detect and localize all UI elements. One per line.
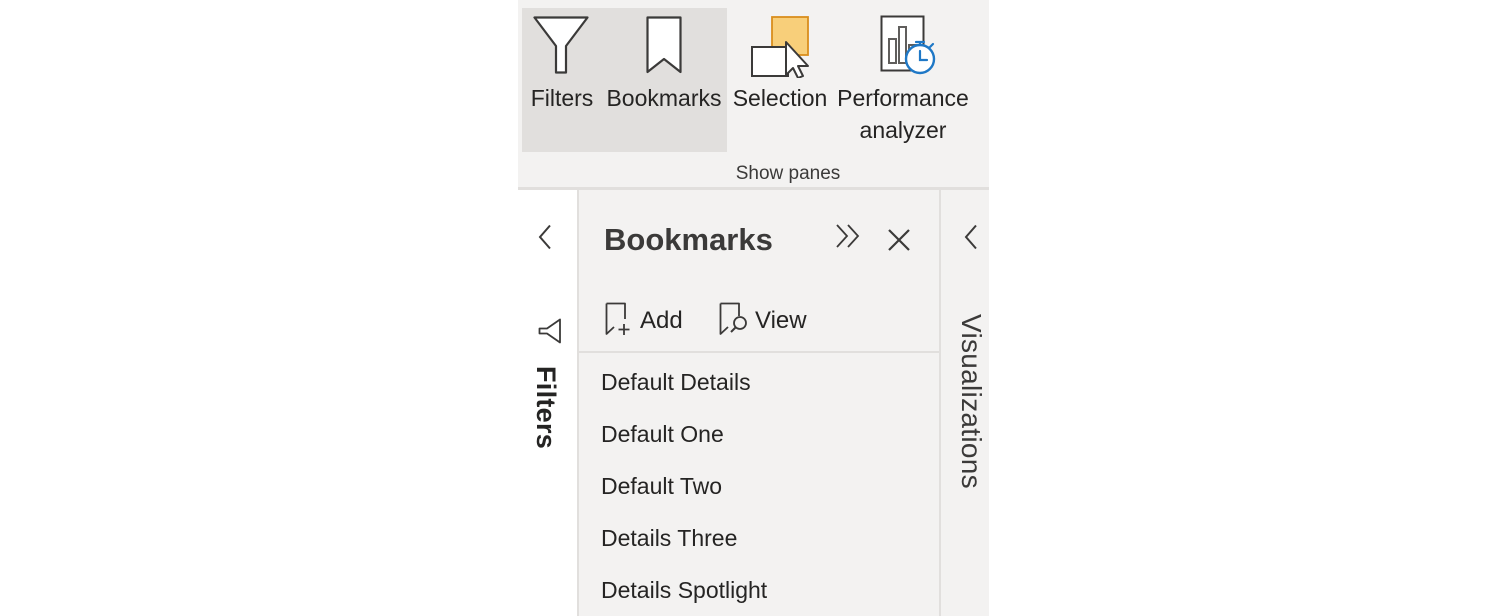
selection-ribbon-label: Selection bbox=[732, 85, 828, 111]
view-bookmarks-label: View bbox=[755, 307, 807, 334]
bookmark-item[interactable]: Details Spotlight bbox=[579, 564, 939, 616]
bookmark-item[interactable]: Default Two bbox=[579, 460, 939, 512]
filters-ribbon-label: Filters bbox=[530, 85, 594, 111]
view-bookmark-icon bbox=[719, 302, 747, 335]
filter-funnel-icon bbox=[538, 318, 561, 344]
chevron-left-icon[interactable] bbox=[964, 224, 978, 250]
filters-pane-collapsed[interactable]: Filters bbox=[518, 190, 577, 616]
selection-ribbon-button[interactable]: Selection bbox=[728, 8, 832, 152]
bookmark-icon bbox=[646, 16, 682, 74]
performance-analyzer-ribbon-button[interactable]: Performance analyzer bbox=[835, 8, 971, 152]
filters-ribbon-button[interactable]: Filters bbox=[522, 8, 602, 152]
bookmark-item[interactable]: Default Details bbox=[579, 356, 939, 408]
bookmark-list: Default Details Default One Default Two … bbox=[579, 356, 939, 616]
filter-icon bbox=[533, 16, 589, 74]
selection-icon bbox=[751, 16, 809, 78]
bookmark-list-divider bbox=[579, 351, 939, 353]
add-bookmark-icon bbox=[605, 302, 630, 335]
ribbon: Filters Bookmarks Selection Performance … bbox=[518, 0, 989, 187]
bookmarks-ribbon-label: Bookmarks bbox=[606, 85, 722, 111]
bookmark-item[interactable]: Details Three bbox=[579, 512, 939, 564]
chevron-left-icon[interactable] bbox=[538, 224, 552, 250]
add-bookmark-button[interactable]: Add bbox=[605, 300, 685, 340]
bookmark-item[interactable]: Default One bbox=[579, 408, 939, 460]
bookmarks-pane: Bookmarks Add View Default Details Defau… bbox=[579, 190, 939, 616]
add-bookmark-label: Add bbox=[640, 307, 683, 334]
double-chevron-right-icon[interactable] bbox=[835, 223, 861, 249]
app-frame: Filters Bookmarks Selection Performance … bbox=[518, 0, 989, 616]
close-icon[interactable] bbox=[887, 228, 911, 252]
bookmarks-pane-title: Bookmarks bbox=[604, 222, 773, 257]
performance-analyzer-label-line1: Performance bbox=[837, 85, 969, 111]
filters-pane-label[interactable]: Filters bbox=[530, 366, 561, 449]
view-bookmarks-button[interactable]: View bbox=[719, 300, 814, 340]
performance-analyzer-label-line2: analyzer bbox=[859, 117, 947, 143]
visualizations-pane-label[interactable]: Visualizations bbox=[955, 314, 987, 489]
show-panes-group-label: Show panes bbox=[735, 163, 841, 184]
bookmarks-ribbon-button[interactable]: Bookmarks bbox=[605, 8, 723, 152]
performance-analyzer-icon bbox=[880, 15, 936, 75]
visualizations-pane-collapsed[interactable]: Visualizations bbox=[941, 190, 989, 616]
